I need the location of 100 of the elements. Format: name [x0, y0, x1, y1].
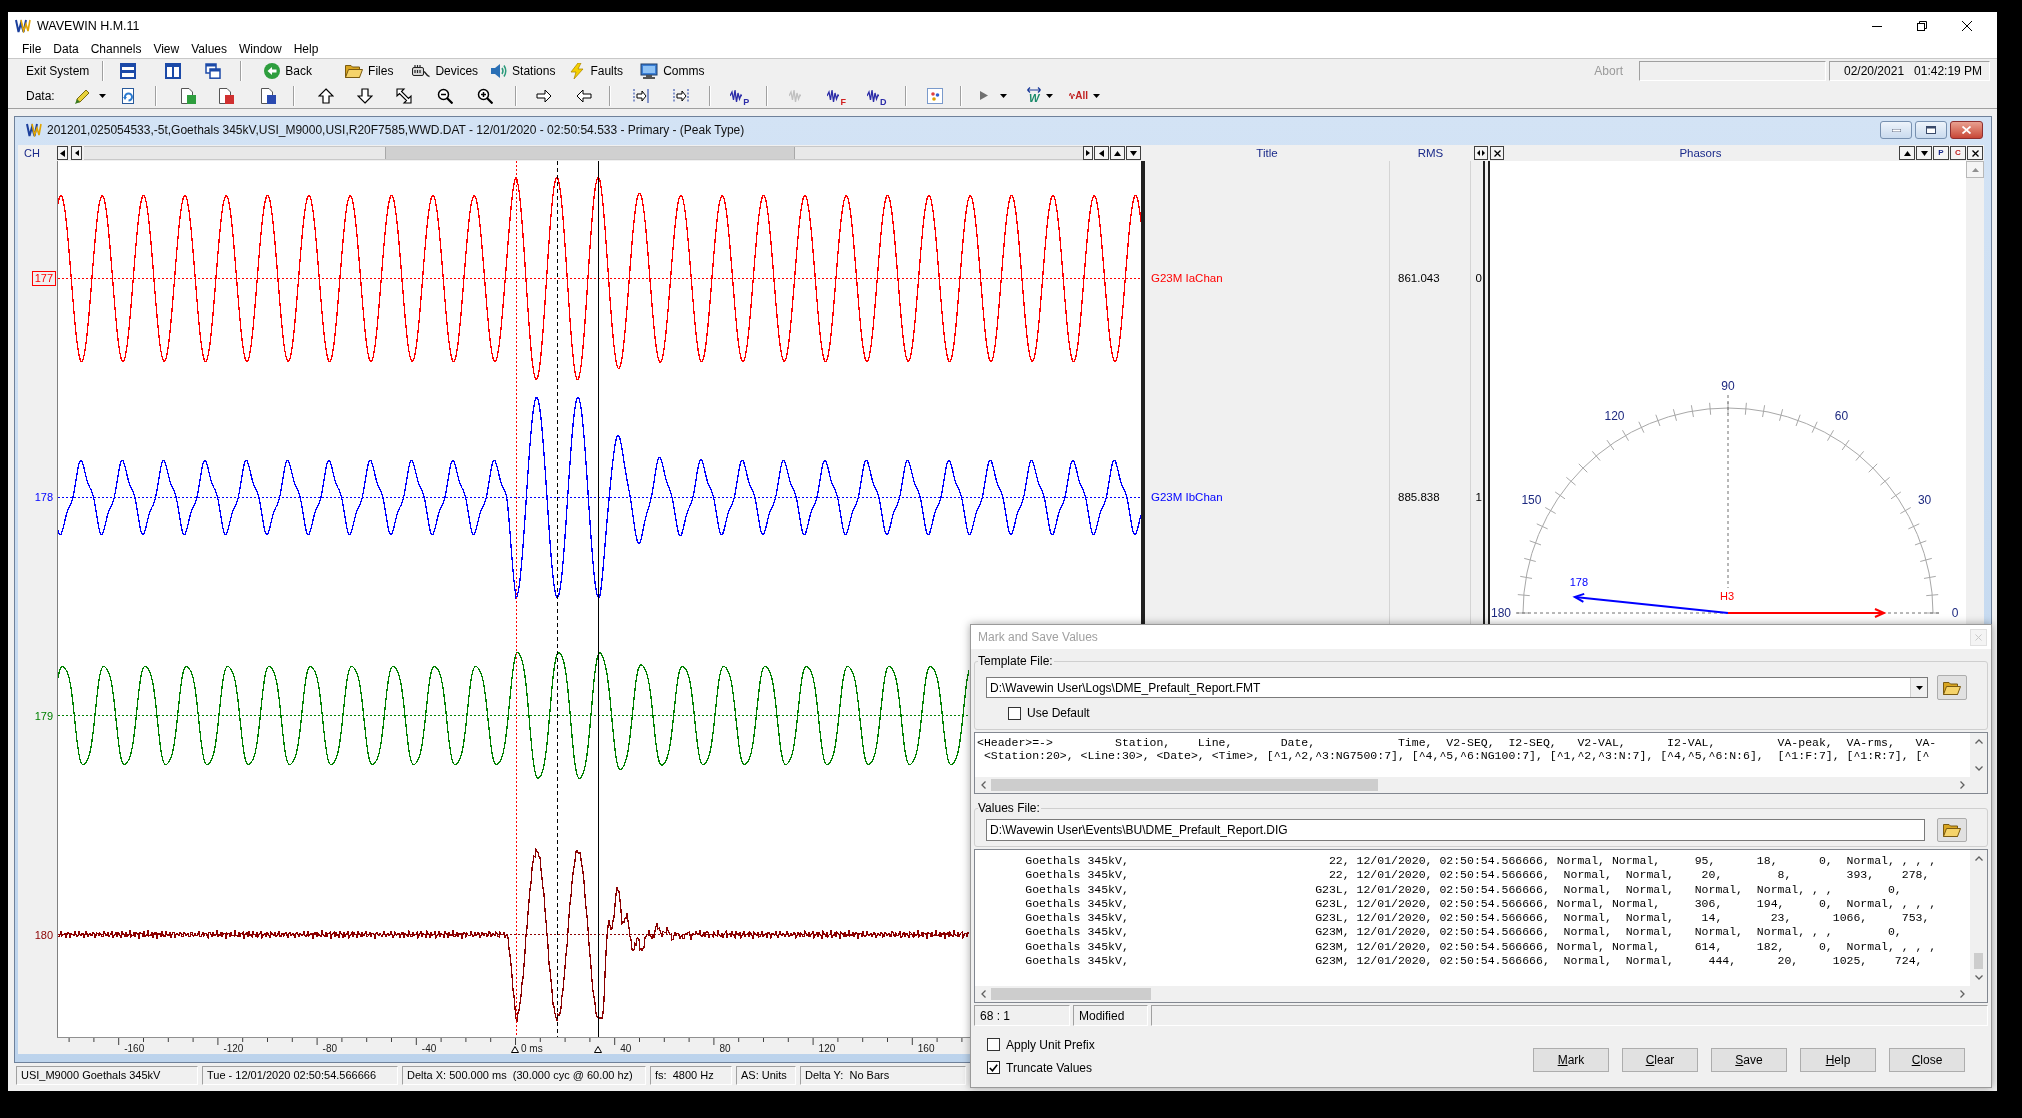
horizontal-scrollbar[interactable] — [975, 986, 1970, 1002]
angle-label: 180 — [1491, 606, 1511, 620]
waveform-icon — [788, 88, 801, 103]
files-button[interactable]: Files — [341, 60, 398, 82]
cascade-button[interactable] — [203, 60, 224, 82]
waveform-icon — [1069, 91, 1076, 100]
document-icon — [179, 87, 196, 104]
template-file-combobox[interactable]: D:\Wavewin User\Logs\DME_Prefault_Report.FMT — [986, 677, 1928, 698]
dialog-title: Mark and Save Values — [978, 629, 1098, 645]
monitor-icon — [640, 63, 659, 79]
scroll-left-button[interactable] — [71, 146, 82, 160]
connector-plug-icon — [412, 64, 431, 78]
app-logo-icon — [26, 123, 42, 137]
close-button[interactable]: Close — [1889, 1048, 1965, 1072]
rms-value: 885.838 — [1398, 490, 1440, 504]
clear-button[interactable]: Clear — [1622, 1048, 1698, 1072]
phasor-option-button[interactable]: C — [1950, 146, 1966, 160]
chevron-up-icon — [1974, 856, 1983, 861]
angle-label: 120 — [1604, 409, 1625, 424]
scrollbar-thumb[interactable] — [991, 988, 1151, 1000]
checkbox[interactable] — [987, 1038, 1000, 1051]
channel-number[interactable]: 180 — [31, 927, 56, 943]
close-icon — [1971, 149, 1979, 157]
exit-system-button[interactable]: Exit System — [20, 60, 96, 82]
waveform-icon — [866, 88, 879, 103]
stretch-dropdown[interactable]: W — [1021, 84, 1059, 107]
close-button[interactable] — [1950, 121, 1983, 139]
horizontal-scrollbar[interactable] — [84, 146, 1083, 160]
menu-item[interactable]: Data — [47, 41, 85, 57]
scroll-first-button[interactable] — [57, 146, 68, 160]
dropdown-button[interactable] — [1910, 678, 1927, 697]
checkbox-label: Truncate Values — [1006, 1059, 1093, 1076]
values-text-area[interactable] — [974, 849, 1988, 1003]
faults-button[interactable]: Faults — [565, 60, 628, 82]
help-button[interactable]: Help — [1800, 1048, 1876, 1072]
channel-title: G23M IaChan — [1151, 271, 1223, 285]
scrollbar-thumb[interactable] — [991, 779, 1378, 791]
bracket-arrow-icon — [672, 87, 689, 104]
move-down-button[interactable] — [1126, 146, 1141, 160]
save-button[interactable]: Save — [1711, 1048, 1787, 1072]
devices-button[interactable]: Devices — [408, 60, 483, 82]
column-header: Phasors — [1678, 146, 1723, 160]
time-status: Tue - 12/01/2020 02:50:54.566666 — [202, 1065, 398, 1085]
mark-button[interactable]: Mark — [1533, 1048, 1609, 1072]
waveform-button[interactable]: P — [727, 84, 752, 107]
tile-vertical-button[interactable] — [163, 60, 184, 82]
axis-label: -80 — [322, 1044, 338, 1054]
vertical-scrollbar[interactable] — [1970, 850, 1987, 986]
document-icon — [217, 87, 234, 104]
scroll-left-button[interactable] — [1094, 146, 1109, 160]
scrollbar-thumb[interactable] — [385, 147, 795, 159]
sample-rate-status: fs: 4800 Hz — [650, 1065, 732, 1085]
index-value: 1 — [1475, 490, 1482, 504]
arrow-left-icon — [575, 87, 592, 104]
record-window-title: 201201,025054533,-5t,Goethals 345kV,USI_M9000,USI,R20F7585,WWD.DAT - 12/01/2020 - 02:50:54.533 - Primary - (Peak Type) — [47, 122, 745, 138]
channel-number[interactable]: 178 — [31, 489, 56, 505]
browse-button[interactable] — [1937, 675, 1967, 700]
menu-item[interactable]: Help — [287, 41, 325, 57]
arrow-right-icon — [1086, 150, 1090, 156]
phasor-option-button[interactable]: P — [1933, 146, 1949, 160]
waveform-button[interactable]: F — [824, 84, 849, 107]
angle-label: 0 — [1951, 606, 1959, 620]
waveform-button[interactable]: D — [864, 84, 889, 107]
close-button[interactable] — [1967, 146, 1983, 160]
angle-label: 60 — [1834, 409, 1849, 424]
checkbox[interactable] — [987, 1061, 1000, 1074]
menu-item[interactable]: Values — [185, 41, 233, 57]
zoom-out-icon — [436, 87, 453, 104]
template-text-area[interactable] — [974, 732, 1988, 794]
menu-item[interactable]: Window — [233, 41, 288, 57]
menu-item[interactable]: File — [16, 41, 48, 57]
window-title: WAVEWIN H.M.11 — [37, 18, 140, 34]
close-button[interactable] — [1490, 146, 1504, 160]
move-up-button[interactable] — [1899, 146, 1915, 160]
all-channels-dropdown[interactable]: All — [1065, 84, 1104, 107]
arrow-right-icon — [535, 87, 552, 104]
speaker-icon — [491, 63, 508, 79]
browse-button[interactable] — [1937, 818, 1967, 842]
arrow-up-icon — [1903, 150, 1911, 156]
channel-number[interactable]: 177 — [31, 270, 56, 286]
channel-number[interactable]: 179 — [31, 708, 56, 724]
scroll-right-button[interactable] — [1083, 146, 1093, 160]
cursor-line[interactable] — [557, 161, 558, 1037]
tile-horizontal-button[interactable] — [118, 60, 139, 82]
menu-item[interactable]: View — [147, 41, 186, 57]
move-down-button[interactable] — [1916, 146, 1932, 160]
checkbox[interactable] — [1008, 706, 1021, 720]
horizontal-scrollbar[interactable] — [975, 777, 1970, 793]
values-line: Goethals 345kV, G23L, 12/01/2020, 02:50:54.566666, Normal, Normal, 14, 23, 1066, 753, — [1024, 911, 1930, 926]
comms-button[interactable]: Comms — [636, 60, 709, 82]
close-icon — [1493, 149, 1501, 157]
checkmark-icon — [989, 1063, 998, 1072]
stations-button[interactable]: Stations — [487, 60, 560, 82]
move-up-button[interactable] — [1110, 146, 1125, 160]
resize-button[interactable] — [1474, 146, 1488, 160]
values-file-field[interactable]: D:\Wavewin User\Events\BU\DME_Prefault_Report.DIG — [986, 819, 1925, 841]
maximize-button[interactable] — [1915, 121, 1947, 139]
scrollbar-thumb[interactable] — [1974, 953, 1983, 969]
menu-item[interactable]: Channels — [84, 41, 148, 57]
back-button[interactable]: Back — [260, 60, 317, 82]
